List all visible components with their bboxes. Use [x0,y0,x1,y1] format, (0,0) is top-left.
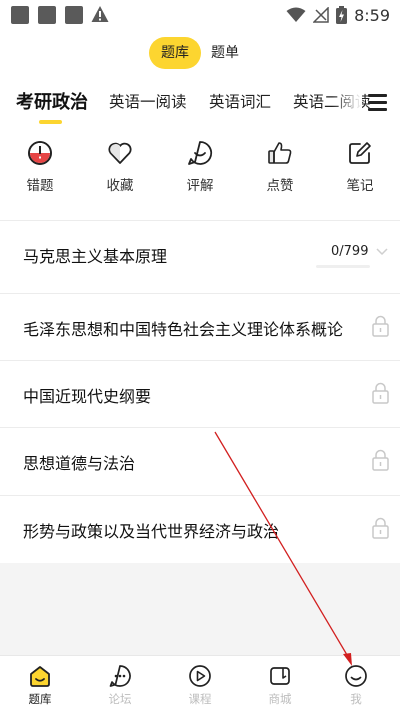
chat-icon [109,665,131,687]
segment-question-list[interactable]: 题单 [211,37,239,69]
status-bar: 8:59 [0,0,400,30]
home-icon [30,666,50,687]
tab-politics[interactable]: 考研政治 [16,88,88,114]
clock: 8:59 [354,5,390,25]
nav-forum[interactable]: 论坛 [90,664,150,707]
quick-notes[interactable]: 笔记 [330,140,390,194]
tab-english-vocab[interactable]: 英语词汇 [209,90,271,112]
segment-question-bank[interactable]: 题库 [149,37,201,69]
bottom-nav: 题库 论坛 课程 商城 我 [0,655,400,712]
empty-area [0,563,400,655]
heart-icon [108,142,132,164]
wrong-question-icon [28,141,52,165]
nav-label: 论坛 [108,692,132,706]
subject-row[interactable]: 毛泽东思想和中国特色社会主义理论体系概论 [0,294,400,360]
progress-bar [316,265,370,268]
smile-comment-icon [188,141,213,165]
active-tab-indicator [39,120,62,124]
lock-icon [372,449,389,471]
subject-title: 形势与政策以及当代世界经济与政治 [23,522,280,541]
subject-title: 中国近现代史纲要 [23,387,152,406]
subject-title: 思想道德与法治 [23,454,136,473]
nav-label: 我 [350,692,362,706]
quick-actions: 错题 收藏 评解 点赞 笔记 [0,140,400,200]
notification-icon [11,6,29,24]
notification-icon [65,6,83,24]
subject-row[interactable]: 中国近现代史纲要 [0,361,400,427]
profile-icon [345,665,367,687]
quick-likes[interactable]: 点赞 [250,140,310,194]
quick-favorites[interactable]: 收藏 [90,140,150,194]
subject-row[interactable]: 思想道德与法治 [0,428,400,494]
quick-label: 点赞 [266,178,294,194]
no-signal-icon [313,7,329,23]
quick-wrong-questions[interactable]: 错题 [10,140,70,194]
shop-icon [270,667,290,685]
subject-tabs: 考研政治 英语一阅读 英语词汇 英语二阅读 [0,86,400,126]
quick-label: 评解 [186,178,214,194]
play-icon [189,665,211,687]
nav-label: 课程 [188,692,212,706]
notification-icon [38,6,56,24]
nav-courses[interactable]: 课程 [170,664,230,707]
quick-label: 收藏 [106,178,134,194]
battery-charging-icon [336,6,348,24]
menu-icon[interactable] [365,90,391,116]
mode-switch: 题库 题单 [0,37,400,69]
subject-title: 马克思主义基本原理 [23,247,168,266]
nav-shop[interactable]: 商城 [250,664,310,707]
lock-icon [372,517,389,539]
nav-label: 题库 [28,692,52,706]
thumbs-up-icon [268,142,292,164]
nav-label: 商城 [268,692,292,706]
subject-row[interactable]: 马克思主义基本原理 0/799 [0,221,400,287]
quick-label: 笔记 [346,178,374,194]
subject-row[interactable]: 形势与政策以及当代世界经济与政治 [0,496,400,562]
chevron-down-icon[interactable] [376,248,388,256]
nav-question-bank[interactable]: 题库 [10,664,70,707]
quick-comments[interactable]: 评解 [170,140,230,194]
warning-icon [91,6,109,22]
lock-icon [372,315,389,337]
quick-label: 错题 [26,178,54,194]
progress-count: 0/799 [331,244,369,259]
lock-icon [372,382,389,404]
subject-title: 毛泽东思想和中国特色社会主义理论体系概论 [23,320,344,339]
wifi-icon [286,7,306,22]
tab-english1-reading[interactable]: 英语一阅读 [109,90,187,112]
nav-profile[interactable]: 我 [326,664,386,707]
edit-note-icon [349,142,371,164]
tab-fade [332,86,362,118]
